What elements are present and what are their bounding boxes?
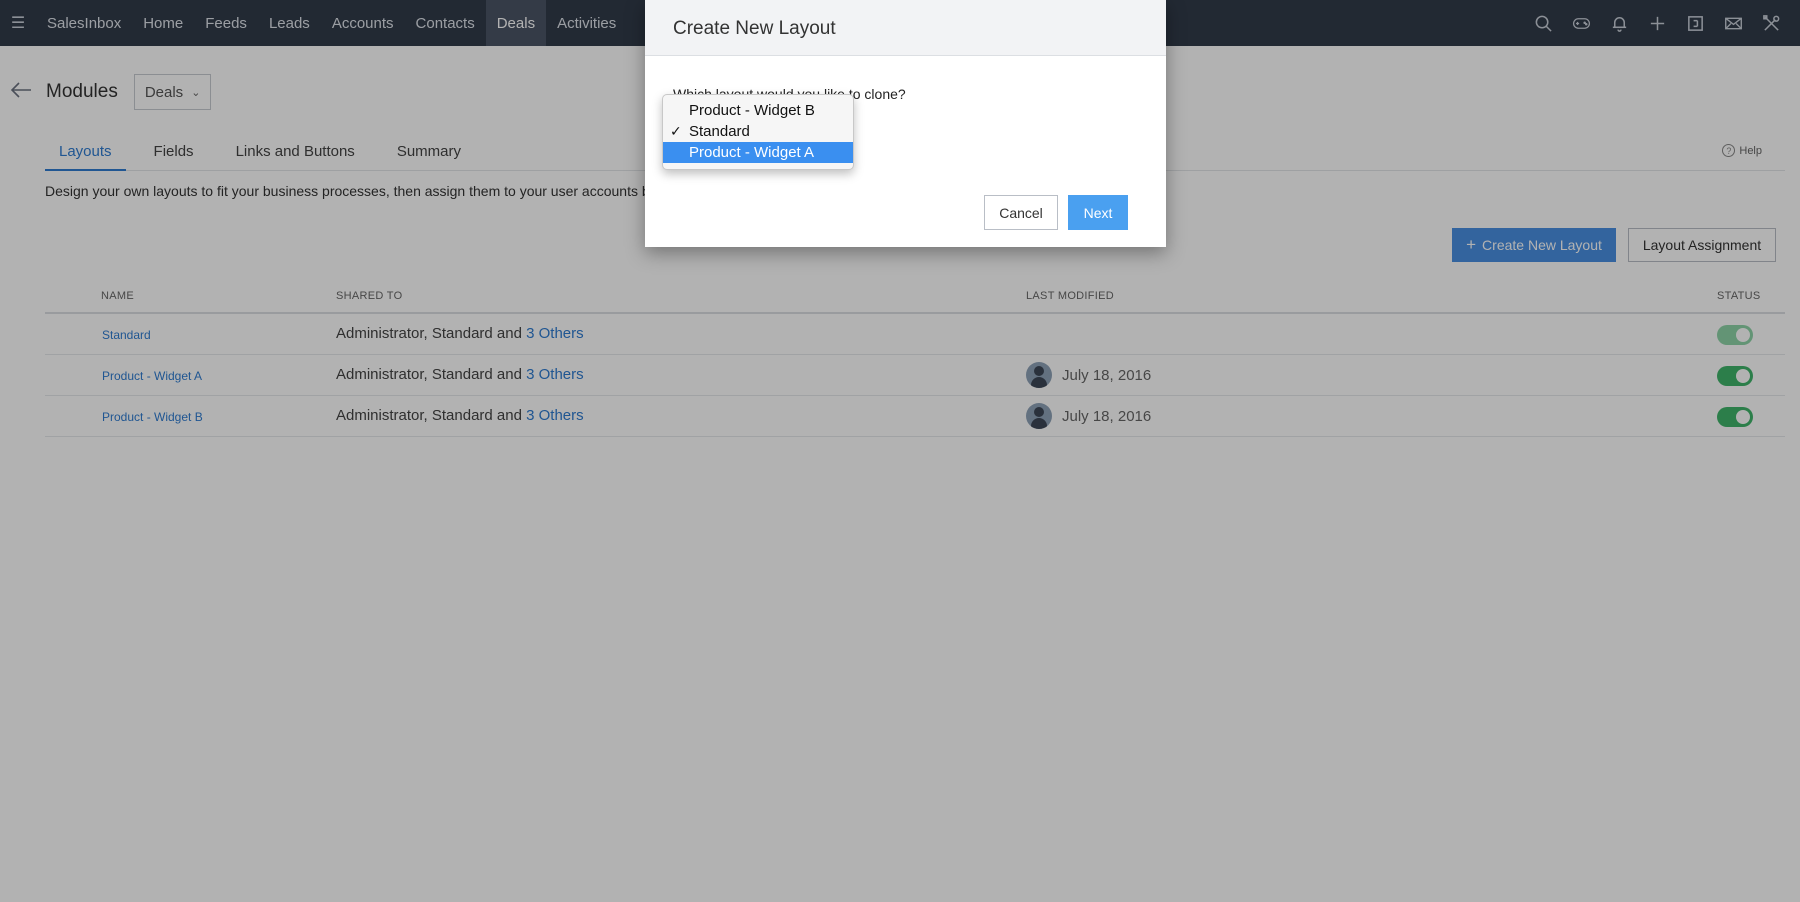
modal-title: Create New Layout xyxy=(645,0,1166,56)
dropdown-option-selected[interactable]: ✓ Standard xyxy=(663,121,853,142)
clone-layout-dropdown: Product - Widget B ✓ Standard Product - … xyxy=(662,94,854,170)
next-button[interactable]: Next xyxy=(1068,195,1128,230)
dropdown-option[interactable]: Product - Widget B xyxy=(663,100,853,121)
dropdown-option-highlighted[interactable]: Product - Widget A xyxy=(663,142,853,163)
dropdown-option-label: Product - Widget B xyxy=(689,102,815,119)
cancel-button[interactable]: Cancel xyxy=(984,195,1058,230)
dropdown-option-label: Standard xyxy=(689,123,750,140)
dropdown-option-label: Product - Widget A xyxy=(689,144,815,161)
checkmark-icon: ✓ xyxy=(670,123,682,139)
